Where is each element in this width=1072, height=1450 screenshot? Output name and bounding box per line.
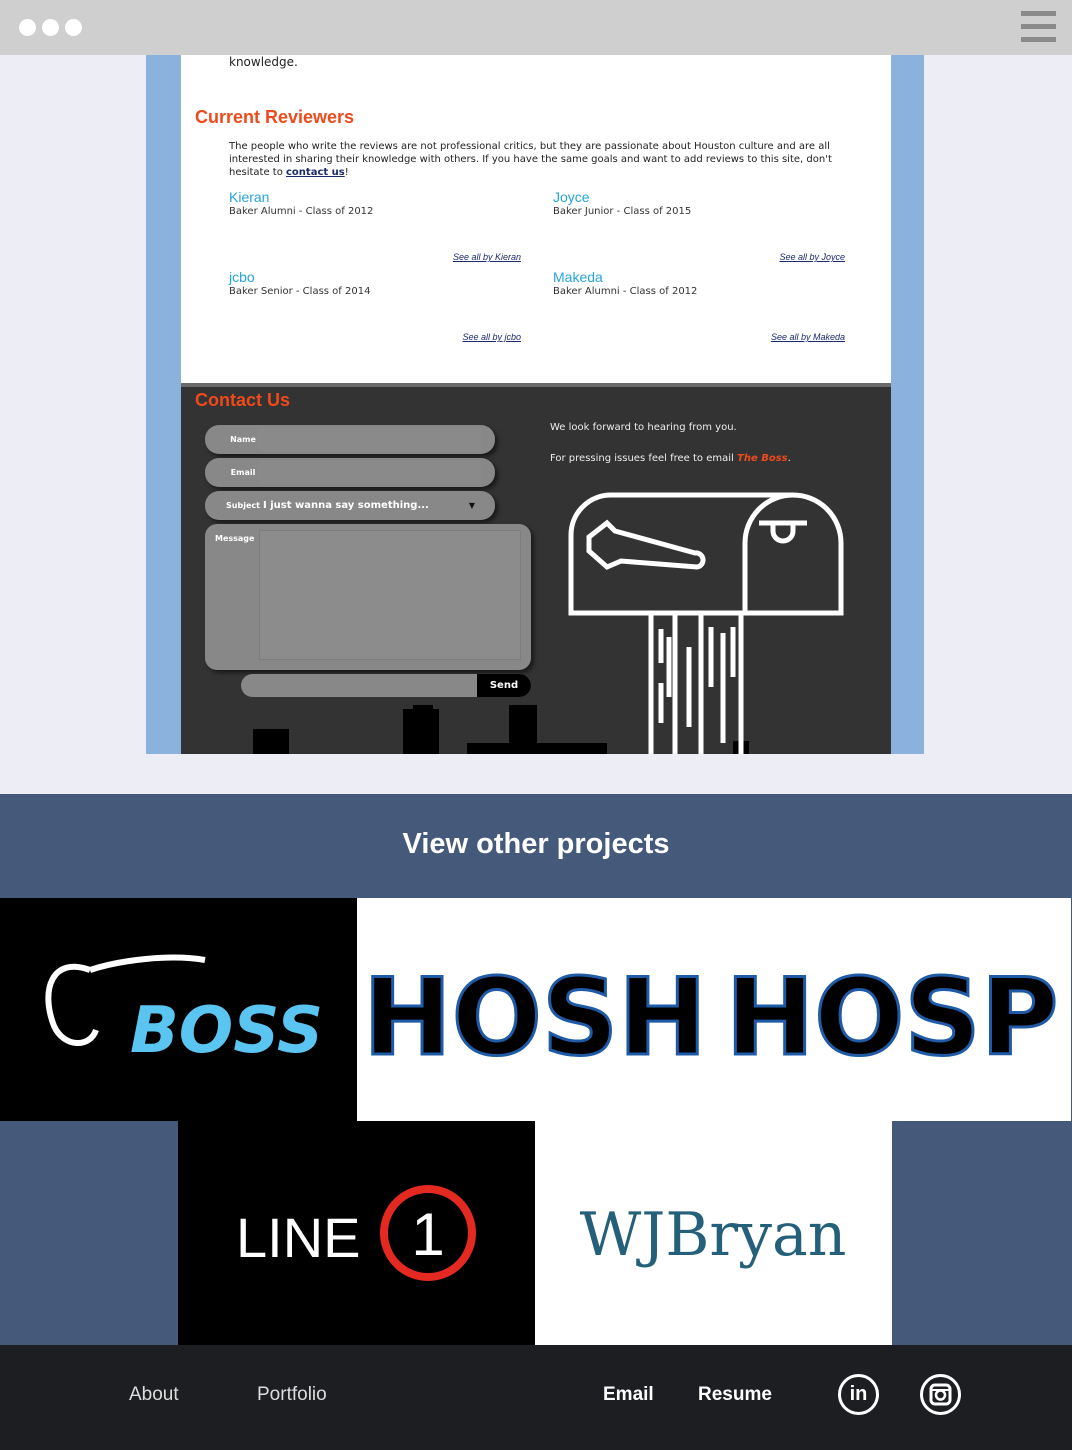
- reviewer-card: Joyce Baker Junior - Class of 2015 See a…: [553, 189, 853, 269]
- contact-heading: Contact Us: [195, 390, 291, 410]
- window-dot-icon[interactable]: [19, 19, 36, 36]
- contact-line2-end: .: [787, 453, 791, 464]
- reviewer-desc: Baker Alumni - Class of 2012: [553, 286, 698, 297]
- the-boss-link[interactable]: The Boss: [737, 453, 788, 464]
- subject-value: I just wanna say something...: [263, 500, 429, 511]
- send-button[interactable]: Send: [477, 674, 531, 697]
- browser-bar: [0, 0, 1072, 55]
- resume-link[interactable]: Resume: [698, 1384, 772, 1406]
- see-all-link[interactable]: See all by jcbo: [462, 332, 521, 342]
- reviewer-desc: Baker Junior - Class of 2015: [553, 206, 692, 217]
- wjbryan-logo-text: WJBryan: [580, 1200, 847, 1270]
- contact-section: Contact Us Name Email Subject I just wan…: [181, 383, 891, 754]
- site-footer: About Portfolio Email Resume in: [0, 1345, 1072, 1450]
- send-bar: Send: [241, 674, 531, 697]
- reviewers-section: knowledge. Current Reviewers The people …: [181, 55, 891, 385]
- name-field[interactable]: Name: [205, 425, 495, 454]
- about-link[interactable]: About: [129, 1384, 179, 1406]
- linkedin-icon[interactable]: in: [838, 1374, 879, 1415]
- contact-message-line2: For pressing issues feel free to email T…: [550, 453, 791, 464]
- linkedin-text: in: [849, 1383, 868, 1405]
- line1-logo-word: LINE: [236, 1206, 361, 1269]
- line1-logo-number: 1: [411, 1201, 444, 1268]
- contact-line2-text: For pressing issues feel free to email: [550, 453, 737, 464]
- contact-us-link[interactable]: contact us: [286, 167, 345, 178]
- reviewer-name[interactable]: Makeda: [553, 269, 853, 285]
- project-tile-hosh[interactable]: HOSH: [357, 898, 714, 1121]
- reviewer-card: Kieran Baker Alumni - Class of 2012 See …: [229, 189, 529, 269]
- reviewers-intro: The people who write the reviews are not…: [229, 140, 859, 179]
- dropdown-arrow-icon: ▼: [468, 501, 475, 510]
- project-tile-wjbryan[interactable]: WJBryan: [535, 1121, 892, 1345]
- window-dot-icon[interactable]: [65, 19, 82, 36]
- reviewers-intro-end: !: [344, 167, 349, 178]
- project-tile-hosp[interactable]: HOSP: [714, 898, 1071, 1121]
- review-site: knowledge. Current Reviewers The people …: [181, 55, 891, 754]
- reviewer-card: Makeda Baker Alumni - Class of 2012 See …: [553, 269, 853, 349]
- intro-tail-text: knowledge.: [229, 55, 298, 69]
- boss-logo: BOSS: [45, 954, 323, 1068]
- instagram-icon[interactable]: [920, 1374, 961, 1415]
- message-label: Message: [215, 534, 255, 543]
- window-dot-icon[interactable]: [42, 19, 59, 36]
- mailbox-illustration: [568, 492, 844, 754]
- reviewer-name[interactable]: Joyce: [553, 189, 853, 205]
- message-textarea[interactable]: [259, 530, 521, 660]
- email-link[interactable]: Email: [603, 1384, 654, 1406]
- message-field[interactable]: Message: [205, 524, 531, 670]
- hosh-logo-text: HOSH: [363, 956, 707, 1079]
- email-input[interactable]: [259, 461, 481, 484]
- reviewer-name[interactable]: Kieran: [229, 189, 529, 205]
- project-tile-boss[interactable]: BOSS: [0, 898, 357, 1121]
- hosh-logo: HOSH: [362, 955, 709, 1081]
- camera-icon: [929, 1383, 952, 1406]
- contact-message-line1: We look forward to hearing from you.: [550, 422, 737, 433]
- see-all-link[interactable]: See all by Makeda: [771, 332, 845, 342]
- subject-select-value[interactable]: I just wanna say something... ▼: [263, 491, 481, 520]
- see-all-link[interactable]: See all by Joyce: [779, 252, 845, 262]
- window-controls: [19, 19, 82, 36]
- reviewer-desc: Baker Senior - Class of 2014: [229, 286, 371, 297]
- hosp-logo-text: HOSP: [726, 956, 1059, 1079]
- menu-icon[interactable]: [1021, 11, 1056, 42]
- reviewer-card: jcbo Baker Senior - Class of 2014 See al…: [229, 269, 529, 349]
- hosp-logo: HOSP: [724, 955, 1060, 1081]
- project-screenshot-frame: knowledge. Current Reviewers The people …: [146, 55, 924, 754]
- subject-select[interactable]: Subject I just wanna say something... ▼: [205, 491, 495, 520]
- reviewers-heading: Current Reviewers: [195, 107, 355, 127]
- wjbryan-logo: WJBryan: [580, 1200, 847, 1270]
- other-projects-section: View other projects BOSS HOSH HOSP LINE …: [0, 794, 1072, 1345]
- name-input[interactable]: [259, 428, 481, 451]
- reviewer-desc: Baker Alumni - Class of 2012: [229, 206, 374, 217]
- reviewer-name[interactable]: jcbo: [229, 269, 529, 285]
- email-field[interactable]: Email: [205, 458, 495, 487]
- boss-logo-text: BOSS: [130, 994, 323, 1068]
- portfolio-link[interactable]: Portfolio: [257, 1384, 327, 1406]
- projects-heading: View other projects: [402, 828, 670, 860]
- project-tile-line1[interactable]: LINE 1: [178, 1121, 535, 1345]
- see-all-link[interactable]: See all by Kieran: [453, 252, 521, 262]
- line1-logo: LINE 1: [236, 1185, 476, 1281]
